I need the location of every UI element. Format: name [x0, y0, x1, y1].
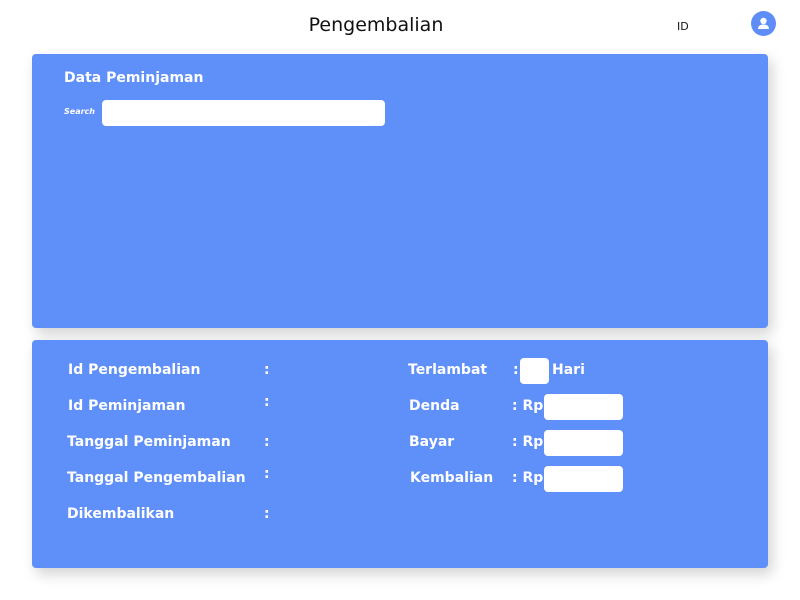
fine-label: Denda	[409, 398, 460, 414]
pay-label: Bayar	[409, 434, 455, 450]
returned-label: Dikembalikan	[67, 506, 175, 522]
search-input[interactable]	[102, 100, 385, 126]
late-colon: :	[513, 362, 519, 378]
late-days-input[interactable]	[520, 358, 549, 384]
return-form-panel: Id Pengembalian : Id Peminjaman : Tangga…	[32, 340, 768, 568]
loan-id-colon: :	[264, 394, 270, 410]
change-input[interactable]	[544, 466, 623, 492]
avatar[interactable]	[751, 11, 776, 36]
return-id-label: Id Pengembalian	[68, 362, 201, 378]
search-label: Search	[64, 107, 95, 116]
change-label: Kembalian	[410, 470, 494, 486]
fine-currency: : Rp	[512, 398, 544, 414]
loan-id-label: Id Peminjaman	[68, 398, 186, 414]
late-label: Terlambat	[408, 362, 488, 378]
late-unit-label: Hari	[552, 362, 585, 378]
return-date-label: Tanggal Pengembalian	[67, 470, 246, 486]
pay-input[interactable]	[544, 430, 623, 456]
loan-date-colon: :	[264, 434, 270, 450]
pay-currency: : Rp	[512, 434, 544, 450]
language-selector[interactable]: ID	[677, 20, 689, 33]
returned-colon: :	[264, 506, 270, 522]
user-icon	[758, 17, 769, 29]
loan-date-label: Tanggal Peminjaman	[67, 434, 231, 450]
return-id-colon: :	[264, 362, 270, 378]
page-title: Pengembalian	[308, 14, 444, 36]
loan-data-title: Data Peminjaman	[64, 70, 204, 86]
fine-input[interactable]	[544, 394, 623, 420]
loan-data-panel: Data Peminjaman Search	[32, 54, 768, 328]
change-currency: : Rp	[512, 470, 544, 486]
return-date-colon: :	[264, 466, 270, 482]
